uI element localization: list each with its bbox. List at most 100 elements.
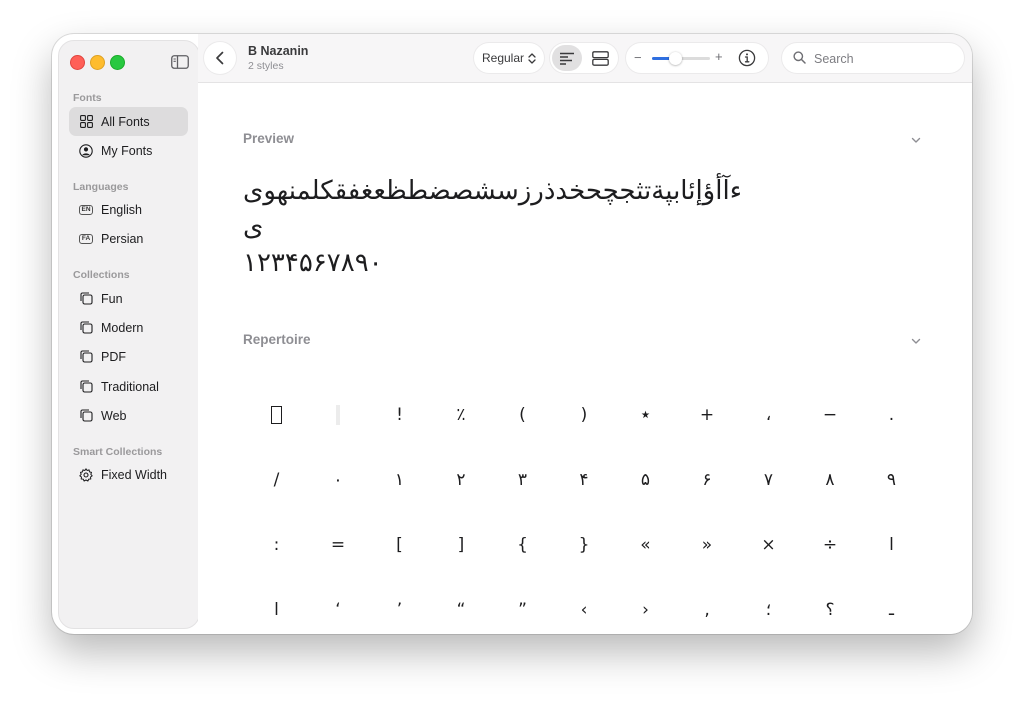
view-mode-group: [550, 43, 618, 73]
glyph-cell[interactable]: ٩: [861, 460, 922, 500]
sidebar-item-all-fonts[interactable]: All Fonts: [69, 107, 188, 136]
glyph-cell[interactable]: ۴: [554, 460, 615, 500]
chevron-left-icon: [216, 51, 224, 65]
glyph-cell[interactable]: ؛: [738, 590, 799, 630]
glyph-char: [: [396, 535, 403, 555]
glyph-cell[interactable]: ٠: [308, 460, 369, 500]
info-icon[interactable]: [738, 49, 756, 67]
sidebar-item-fun[interactable]: Fun: [69, 284, 188, 313]
glyph-char: ٠: [333, 470, 343, 490]
glyph-cell[interactable]: ‘: [308, 590, 369, 630]
sidebar-item-english[interactable]: EN English: [69, 195, 188, 224]
glyph-cell[interactable]: ١: [369, 460, 430, 500]
glyph-cell[interactable]: ×: [738, 525, 799, 565]
info-view-button[interactable]: [585, 45, 615, 71]
glyph-char: !: [396, 405, 403, 425]
glyph-cell[interactable]: ÷: [800, 525, 861, 565]
back-button[interactable]: [204, 42, 236, 74]
sidebar-item-label: My Fonts: [101, 143, 153, 158]
glyph-cell[interactable]: ’: [369, 590, 430, 630]
glyph-cell[interactable]: ٣: [492, 460, 553, 500]
glyph-cell[interactable]: ۶: [677, 460, 738, 500]
glyph-cell[interactable]: «: [615, 525, 676, 565]
glyph-cell[interactable]: (: [492, 395, 553, 435]
glyph-cell[interactable]: −: [800, 395, 861, 435]
glyph-cell[interactable]: ا: [861, 525, 922, 565]
glyph-cell[interactable]: ۵: [615, 460, 676, 500]
sidebar-section-collections: Collections: [73, 269, 130, 281]
sidebar-item-modern[interactable]: Modern: [69, 313, 188, 342]
sample-view-button[interactable]: [552, 45, 582, 71]
glyph-char: ×: [761, 535, 776, 555]
glyph-cell[interactable]: ]: [431, 525, 492, 565]
glyph-cell[interactable]: »: [677, 525, 738, 565]
glyph-cell[interactable]: ٧: [738, 460, 799, 500]
chevron-down-icon[interactable]: [909, 334, 923, 348]
glyph-cell[interactable]: ): [554, 395, 615, 435]
glyph-char: ]: [457, 535, 465, 555]
glyph-cell[interactable]: [308, 395, 369, 435]
glyph-char: «: [640, 535, 651, 555]
glyph-char: ٭: [640, 405, 651, 425]
size-increase-button[interactable]: +: [715, 49, 723, 64]
glyph-cell[interactable]: ؟: [800, 590, 861, 630]
sidebar-item-persian[interactable]: FA Persian: [69, 224, 188, 253]
glyph-char: ۴: [579, 470, 589, 490]
glyph-char: ٧: [763, 470, 774, 490]
glyph-cell[interactable]: /: [246, 460, 307, 500]
glyph-cell[interactable]: {: [492, 525, 553, 565]
preview-section-title: Preview: [243, 131, 295, 146]
glyph-cell[interactable]: !: [369, 395, 430, 435]
size-control: − +: [626, 43, 768, 73]
chevron-down-icon[interactable]: [909, 133, 923, 147]
glyph-cell[interactable]: ”: [492, 590, 553, 630]
glyph-cell[interactable]: [246, 395, 307, 435]
glyph-cell[interactable]: ‹: [554, 590, 615, 630]
sidebar: Fonts All Fonts My Fonts Languages EN En…: [58, 40, 200, 629]
zoom-window-button[interactable]: [110, 55, 125, 70]
glyph-cell[interactable]: ٭: [615, 395, 676, 435]
glyph-char: {: [517, 535, 528, 555]
glyph-cell[interactable]: [: [369, 525, 430, 565]
glyph-cell[interactable]: ›: [615, 590, 676, 630]
sidebar-item-my-fonts[interactable]: My Fonts: [69, 136, 188, 165]
close-window-button[interactable]: [70, 55, 85, 70]
glyph-cell[interactable]: “: [431, 590, 492, 630]
rows-icon: [591, 50, 609, 66]
glyph-cell[interactable]: ا: [246, 590, 307, 630]
glyph-char: ۶: [702, 470, 712, 490]
text-align-left-icon: [560, 52, 574, 65]
glyph-cell[interactable]: ٨: [800, 460, 861, 500]
glyph-cell[interactable]: +: [677, 395, 738, 435]
glyph-cell[interactable]: ـ: [861, 590, 922, 630]
sidebar-item-label: Fun: [101, 291, 123, 306]
size-slider-knob[interactable]: [668, 52, 682, 65]
search-input[interactable]: [812, 49, 956, 69]
glyph-cell[interactable]: }: [554, 525, 615, 565]
minimize-window-button[interactable]: [90, 55, 105, 70]
size-slider[interactable]: [652, 52, 710, 65]
glyph-cell[interactable]: ٪: [431, 395, 492, 435]
glyph-char: ٩: [886, 470, 897, 490]
glyph-cell[interactable]: :: [246, 525, 307, 565]
glyph-cell[interactable]: ،: [738, 395, 799, 435]
glyph-cell[interactable]: =: [308, 525, 369, 565]
style-select[interactable]: Regular: [474, 43, 544, 73]
glyph-char: ”: [518, 600, 527, 620]
sidebar-item-fixed-width[interactable]: Fixed Width: [69, 460, 188, 489]
sidebar-item-traditional[interactable]: Traditional: [69, 372, 188, 401]
sidebar-item-web[interactable]: Web: [69, 401, 188, 430]
size-decrease-button[interactable]: −: [634, 50, 642, 65]
glyph-char: .: [888, 405, 895, 425]
font-styles-count: 2 styles: [248, 60, 284, 72]
main-content: Preview ءآأؤإئابپةتثجچحخدذرزسشصضطظعغفقکل…: [198, 83, 972, 634]
glyph-cell[interactable]: .: [861, 395, 922, 435]
glyph-cell[interactable]: ‚: [677, 590, 738, 630]
glyph-char: ا: [889, 535, 894, 555]
search-field[interactable]: [782, 43, 964, 73]
preview-alphabet: ءآأؤإئابپةتثجچحخدذرزسشصضطظعغفقکلمنهوی: [243, 175, 923, 207]
glyph-char: ؟: [825, 600, 835, 620]
sidebar-item-pdf[interactable]: PDF: [69, 342, 188, 371]
glyph-cell[interactable]: ٢: [431, 460, 492, 500]
sidebar-toggle-icon[interactable]: [168, 52, 192, 72]
